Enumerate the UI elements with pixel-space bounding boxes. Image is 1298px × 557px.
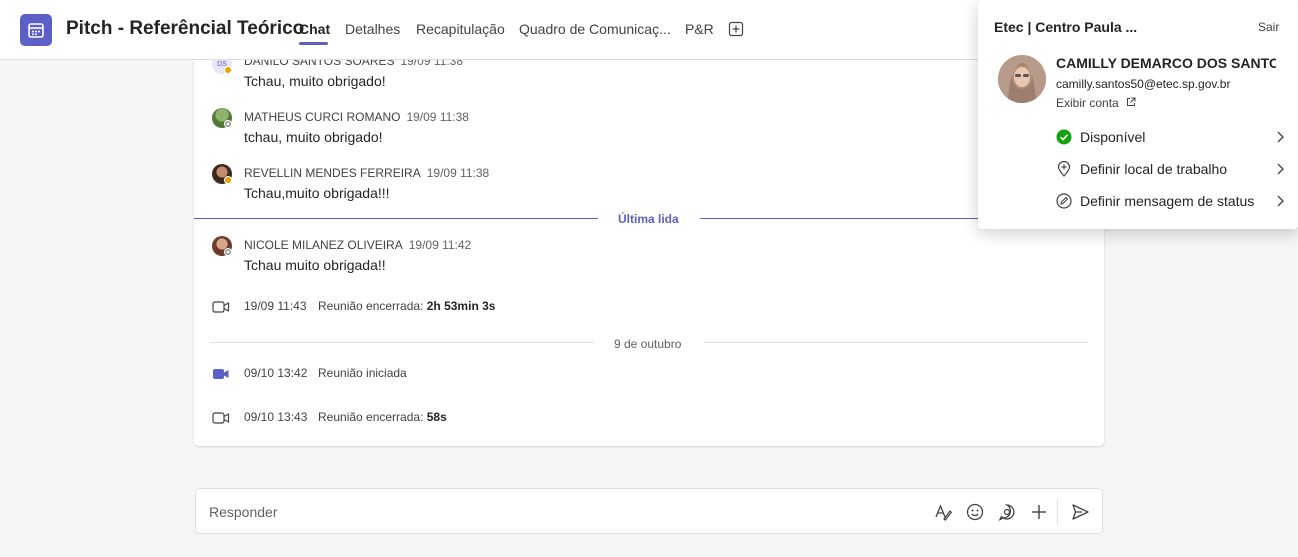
offline-status-icon [224, 248, 232, 256]
last-read-label: Última lida [618, 212, 679, 226]
tab-p-r[interactable]: P&R [685, 21, 714, 37]
menu-item-local-trabalho[interactable]: Definir local de trabalho [1056, 157, 1286, 181]
menu-item-disponivel[interactable]: Disponível [1056, 125, 1286, 149]
last-read-divider [194, 218, 598, 219]
away-status-icon [224, 176, 232, 184]
message-author: DANILO SANTOS SOARES 19/09 11:38 [244, 60, 463, 68]
signout-button[interactable]: Sair [1258, 20, 1279, 34]
author-name: NICOLE MILANEZ OLIVEIRA [244, 238, 403, 252]
chevron-right-icon [1274, 129, 1286, 145]
event-label: Reunião iniciada [318, 366, 407, 380]
message-text: Tchau muito obrigada!! [244, 257, 386, 273]
view-account-label: Exibir conta [1056, 96, 1119, 110]
event-label: Reunião encerrada: [318, 299, 424, 313]
event-duration: 2h 53min 3s [426, 299, 496, 313]
send-icon[interactable] [1070, 502, 1090, 522]
format-icon[interactable] [933, 502, 953, 522]
avatar[interactable] [998, 55, 1046, 103]
message-time: 19/09 11:42 [408, 238, 472, 252]
pen-status-icon [1056, 193, 1072, 209]
profile-email: camilly.santos50@etec.sp.gov.br [1056, 77, 1231, 91]
reply-input[interactable]: Responder [209, 504, 278, 520]
tab-quadro-comunicacao[interactable]: Quadro de Comunicaç... [519, 21, 671, 37]
chat-thread: DS DANILO SANTOS SOARES 19/09 11:38 Tchau… [194, 60, 1104, 446]
org-name: Etec | Centro Paula ... [994, 19, 1138, 35]
event-duration: 58s [426, 410, 447, 424]
menu-item-mensagem-status[interactable]: Definir mensagem de status [1056, 189, 1286, 213]
profile-popup: Etec | Centro Paula ... Sair CAMILLY DEM… [978, 0, 1298, 229]
tab-detalhes[interactable]: Detalhes [345, 21, 400, 37]
calendar-icon [20, 14, 52, 46]
message-author: REVELLIN MENDES FERREIRA 19/09 11:38 [244, 166, 489, 180]
location-icon [1056, 160, 1072, 177]
available-status-icon [1056, 129, 1072, 145]
reply-separator [1057, 499, 1058, 525]
video-filled-icon [212, 367, 230, 381]
menu-item-label: Definir local de trabalho [1080, 161, 1228, 177]
menu-item-label: Definir mensagem de status [1080, 193, 1255, 209]
author-name: DANILO SANTOS SOARES [244, 60, 395, 68]
message-time: 19/09 11:38 [400, 60, 464, 68]
date-divider [704, 342, 1088, 343]
tab-recapitulacao[interactable]: Recapitulação [416, 21, 505, 37]
active-tab-indicator [299, 42, 328, 45]
away-status-icon [224, 66, 232, 74]
event-text: Reunião encerrada: 58s [318, 410, 447, 424]
message-time: 19/09 11:38 [426, 166, 490, 180]
message-time: 19/09 11:38 [406, 110, 469, 124]
external-link-icon [1127, 97, 1136, 106]
message-text: Tchau,muito obrigada!!! [244, 185, 390, 201]
chevron-right-icon [1274, 193, 1286, 209]
tab-chat[interactable]: Chat [299, 21, 330, 37]
message-text: tchau, muito obrigado! [244, 129, 383, 145]
offline-status-icon [224, 120, 232, 128]
message-author: MATHEUS CURCI ROMANO 19/09 11:38 [244, 110, 469, 124]
video-outline-icon [212, 300, 230, 314]
emoji-icon[interactable] [965, 502, 985, 522]
event-time: 09/10 13:43 [244, 410, 308, 424]
event-time: 19/09 11:43 [244, 299, 307, 313]
event-time: 09/10 13:42 [244, 366, 308, 380]
message-author: NICOLE MILANEZ OLIVEIRA 19/09 11:42 [244, 238, 471, 252]
reply-composer[interactable]: Responder [195, 488, 1103, 534]
event-text: Reunião iniciada [318, 366, 407, 380]
chevron-right-icon [1274, 161, 1286, 177]
video-outline-icon [212, 411, 230, 425]
view-account-link[interactable]: Exibir conta [1056, 96, 1136, 110]
sticker-icon[interactable] [997, 502, 1017, 522]
event-label: Reunião encerrada: [318, 410, 424, 424]
menu-item-label: Disponível [1080, 129, 1146, 145]
plus-square-icon[interactable] [728, 21, 744, 37]
author-name: REVELLIN MENDES FERREIRA [244, 166, 421, 180]
date-divider-label: 9 de outubro [614, 337, 682, 351]
page-title: Pitch - Referêncial Teórico [66, 18, 305, 39]
event-text: Reunião encerrada: 2h 53min 3s [318, 299, 495, 313]
author-name: MATHEUS CURCI ROMANO [244, 110, 401, 124]
profile-name: CAMILLY DEMARCO DOS SANTOS [1056, 55, 1276, 71]
plus-icon[interactable] [1029, 502, 1049, 522]
date-divider [210, 342, 594, 343]
message-text: Tchau, muito obrigado! [244, 73, 386, 89]
